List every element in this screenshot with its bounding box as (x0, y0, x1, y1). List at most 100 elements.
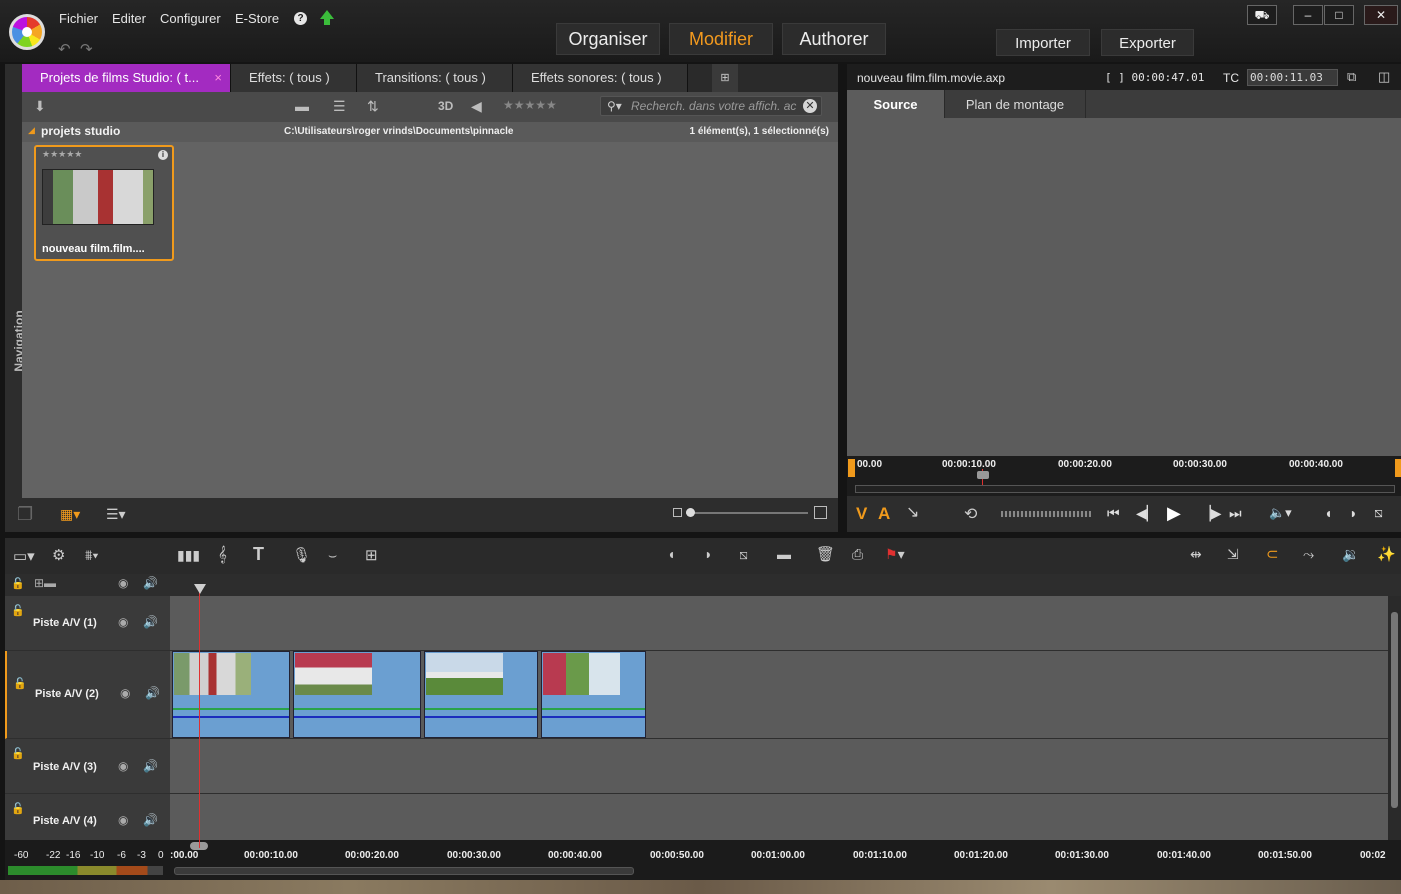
sort-icon[interactable]: ⇅ (367, 98, 379, 115)
go-to-end-icon[interactable]: ⏭ (1229, 505, 1242, 522)
player-in-marker[interactable] (848, 459, 855, 477)
eye-icon[interactable]: ◉ (118, 759, 128, 773)
menu-fichier[interactable]: Fichier (59, 11, 98, 26)
playhead-marker-icon[interactable] (194, 584, 206, 594)
track-header[interactable]: 🔓 Piste A/V (1) ◉ 🔊 (5, 596, 170, 651)
track-header[interactable]: 🔓 Piste A/V (3) ◉ 🔊 (5, 739, 170, 794)
undo-icon[interactable]: ↶ (58, 40, 71, 58)
list-view-icon[interactable]: ☰ (333, 98, 346, 115)
speaker-icon[interactable]: 🔊 (143, 759, 158, 773)
search-icon[interactable]: ⚲▾ (607, 97, 622, 115)
scrollbar-thumb[interactable] (1391, 612, 1398, 808)
go-to-start-icon[interactable]: ⏮ (1107, 505, 1120, 522)
timeline-horizontal-scrollbar[interactable] (174, 867, 634, 875)
send-to-timeline-icon[interactable]: ↘ (906, 502, 919, 522)
eye-icon[interactable]: ◉ (118, 813, 128, 827)
player-scrollbar[interactable] (855, 485, 1395, 493)
navigation-strip[interactable]: Navigation (5, 64, 26, 498)
magnet-icon[interactable]: ⊂ (1266, 545, 1279, 563)
video-toggle[interactable]: V (856, 504, 867, 524)
audio-mixer-icon[interactable]: ▮▮▮ (177, 547, 200, 564)
info-icon[interactable]: i (158, 150, 168, 160)
speaker-icon[interactable]: 🔊 (145, 686, 160, 700)
menu-configurer[interactable]: Configurer (160, 11, 221, 26)
speaker-icon[interactable]: 🔊 (143, 615, 158, 629)
timeline-clip[interactable] (541, 651, 646, 738)
folder-icon[interactable]: ▬ (295, 98, 309, 114)
close-button[interactable]: ✕ (1364, 5, 1398, 25)
clear-marks-icon[interactable]: ⧅ (1374, 504, 1383, 521)
timeline-clip[interactable] (172, 651, 290, 738)
ripple-icon[interactable]: ⇹ (1190, 546, 1202, 563)
tab-close-icon[interactable]: × (214, 64, 222, 92)
clear-search-icon[interactable]: ✕ (803, 99, 817, 113)
maximize-button[interactable]: □ (1324, 5, 1354, 25)
tab-effets[interactable]: Effets: ( tous ) (231, 64, 357, 92)
lock-icon[interactable]: 🔓 (11, 604, 25, 617)
thumb-size-handle[interactable] (686, 508, 695, 517)
minimize-button[interactable]: – (1293, 5, 1323, 25)
track-options-icon[interactable]: ⩩▾ (85, 547, 98, 564)
audio-scrub-icon[interactable]: 🔉 (1342, 546, 1359, 563)
snapshot-icon[interactable]: ⎙ (852, 546, 863, 563)
audio-toggle[interactable]: A (878, 504, 890, 524)
split-right-icon[interactable]: ◗ (704, 546, 712, 562)
lock-icon[interactable]: 🔓 (11, 802, 25, 815)
timeline-playhead[interactable] (199, 586, 200, 848)
title-icon[interactable]: T (253, 544, 264, 565)
tab-source[interactable]: Source (847, 90, 945, 118)
insert-mode-icon[interactable]: ⇲ (1227, 546, 1239, 563)
3d-filter-button[interactable]: 3D (438, 99, 453, 113)
player-out-marker[interactable] (1395, 459, 1401, 477)
player-playhead-handle[interactable] (977, 471, 989, 479)
add-track-icon[interactable]: ⊞▬ (34, 576, 56, 590)
split-left-icon[interactable]: ◖ (667, 546, 675, 562)
tag-icon[interactable]: ◀ (471, 98, 482, 115)
pin-tab-icon[interactable]: ⊞ (712, 64, 738, 92)
lock-all-icon[interactable]: 🔓 (11, 577, 25, 590)
track-header[interactable]: 🔓 Piste A/V (2) ◉ 🔊 (5, 651, 170, 739)
cart-icon[interactable]: ⛟ (1247, 5, 1277, 25)
lock-icon[interactable]: 🔓 (11, 747, 25, 760)
rating-filter[interactable]: ★★★★★ (503, 98, 557, 112)
details-view-icon[interactable]: ☰▾ (106, 506, 126, 523)
timeline-clip[interactable] (424, 651, 538, 738)
tab-plan-de-montage[interactable]: Plan de montage (945, 90, 1086, 118)
eye-icon[interactable]: ◉ (118, 615, 128, 629)
exporter-button[interactable]: Exporter (1101, 29, 1194, 56)
importer-button[interactable]: Importer (996, 29, 1090, 56)
player-ruler[interactable]: 00.00 00:00:10.00 00:00:20.00 00:00:30.0… (847, 456, 1401, 496)
mode-modifier-button[interactable]: Modifier (669, 23, 773, 55)
storyboard-icon[interactable]: ▬ (777, 546, 791, 562)
thumb-small-icon[interactable] (673, 508, 682, 517)
mark-out-icon[interactable]: ◗ (1349, 505, 1357, 521)
music-icon[interactable]: 𝄞 (218, 546, 227, 563)
play-icon[interactable]: ▶ (1167, 503, 1181, 524)
timeline-clip[interactable] (293, 651, 421, 738)
timecode-input[interactable]: 00:00:11.03 (1247, 69, 1338, 86)
mode-organiser-button[interactable]: Organiser (556, 23, 660, 55)
add-to-project-icon[interactable]: ⬇ (34, 98, 46, 115)
help-icon[interactable]: ? (294, 12, 307, 25)
timeline-ruler[interactable]: :00.00 00:00:10.00 00:00:20.00 00:00:30.… (170, 840, 1401, 880)
collapse-arrow-icon[interactable]: ◢ (28, 125, 35, 136)
redo-icon[interactable]: ↷ (80, 40, 93, 58)
track-header[interactable]: 🔓 Piste A/V (4) ◉ 🔊 (5, 794, 170, 840)
step-back-icon[interactable]: ◀▏ (1136, 505, 1158, 522)
popout-icon[interactable]: ⧉ (1347, 69, 1356, 85)
track-area[interactable] (170, 596, 1388, 840)
magic-wand-icon[interactable]: ✨ (1377, 545, 1396, 563)
mark-in-icon[interactable]: ◖ (1324, 505, 1332, 521)
project-thumbnail[interactable]: ★★★★★ i nouveau film.film.... (34, 145, 174, 261)
gear-icon[interactable]: ⚙ (52, 546, 65, 564)
timeline-vertical-scrollbar[interactable] (1388, 596, 1401, 840)
grid-view-icon[interactable]: ▦▾ (60, 506, 80, 523)
microphone-icon[interactable]: 🎙 (292, 546, 311, 564)
scrub-icon[interactable]: ⤳ (1303, 546, 1314, 563)
razor-icon[interactable]: ⧅ (739, 546, 748, 563)
app-logo-icon[interactable] (9, 14, 45, 50)
mode-authorer-button[interactable]: Authorer (782, 23, 886, 55)
transition-icon[interactable]: ⌣ (328, 547, 337, 564)
tab-projets[interactable]: Projets de films Studio: ( t... × (22, 64, 231, 92)
lock-icon[interactable]: 🔓 (13, 677, 27, 690)
